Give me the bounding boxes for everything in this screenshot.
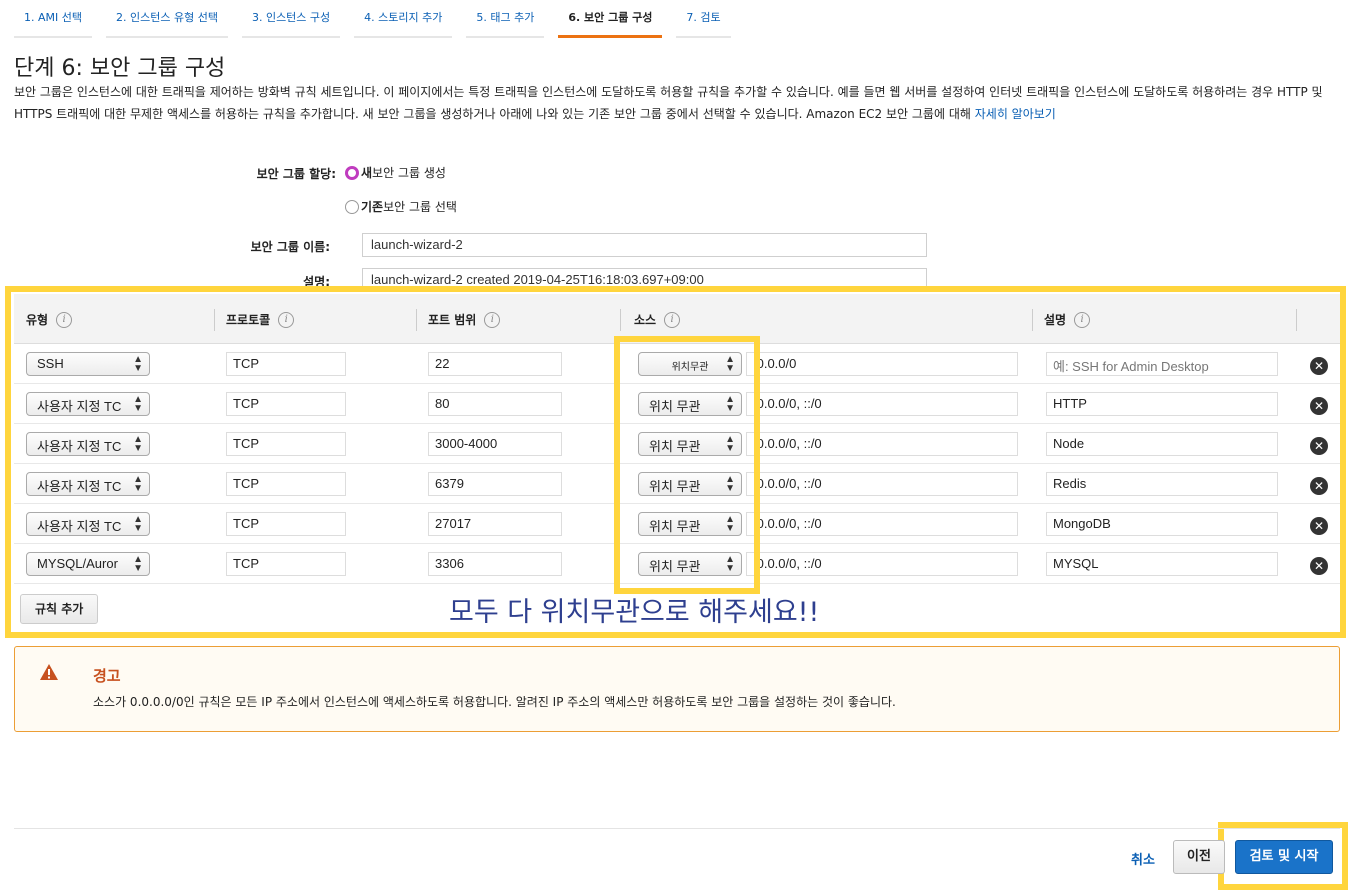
tab-ami[interactable]: 1. AMI 선택 (14, 0, 92, 38)
tab-tags[interactable]: 5. 태그 추가 (466, 0, 545, 38)
annotation-text: 모두 다 위치무관으로 해주세요!! (449, 597, 820, 628)
description-text: 보안 그룹은 인스턴스에 대한 트래픽을 제어하는 방화벽 규칙 세트입니다. … (14, 85, 1323, 121)
learn-more-link[interactable]: 자세히 알아보기 (975, 107, 1056, 121)
radio-existing-bold: 기존 (361, 200, 384, 214)
radio-existing-group[interactable]: 기존 보안 그룹 선택 (345, 198, 457, 215)
page-title: 단계 6: 보안 그룹 구성 (14, 56, 226, 81)
tab-instance-config[interactable]: 3. 인스턴스 구성 (241, 0, 341, 38)
assign-label: 보안 그룹 할당: (256, 167, 336, 181)
group-name-input[interactable]: launch-wizard-2 (362, 233, 927, 257)
warning-box: 경고 소스가 0.0.0.0/0인 규칙은 모든 IP 주소에서 인스턴스에 액… (14, 646, 1340, 732)
radio-new-text: 보안 그룹 생성 (372, 166, 446, 180)
radio-new-bold: 새 (361, 166, 373, 180)
warning-title: 경고 (93, 667, 121, 685)
footer-divider (14, 828, 1340, 829)
radio-selected-icon (345, 165, 359, 180)
radio-unselected-icon (345, 199, 359, 214)
radio-existing-text: 보안 그룹 선택 (383, 200, 457, 214)
tab-review[interactable]: 7. 검토 (676, 0, 731, 38)
cancel-link[interactable]: 취소 (1131, 849, 1155, 868)
wizard-tabs: 1. AMI 선택 2. 인스턴스 유형 선택 3. 인스턴스 구성 4. 스토… (14, 0, 745, 38)
tab-security-group[interactable]: 6. 보안 그룹 구성 (558, 0, 663, 38)
group-name-label: 보안 그룹 이름: (250, 240, 330, 254)
warning-triangle-icon (40, 664, 58, 680)
tab-storage[interactable]: 4. 스토리지 추가 (354, 0, 453, 38)
warning-text: 소스가 0.0.0.0/0인 규칙은 모든 IP 주소에서 인스턴스에 액세스하… (93, 695, 896, 709)
tab-instance-type[interactable]: 2. 인스턴스 유형 선택 (106, 0, 228, 38)
page-description: 보안 그룹은 인스턴스에 대한 트래픽을 제어하는 방화벽 규칙 세트입니다. … (14, 81, 1340, 125)
source-highlight-box (614, 336, 760, 594)
previous-button[interactable]: 이전 (1173, 840, 1225, 874)
review-launch-button[interactable]: 검토 및 시작 (1235, 840, 1333, 874)
radio-new-group[interactable]: 새 보안 그룹 생성 (345, 164, 446, 181)
